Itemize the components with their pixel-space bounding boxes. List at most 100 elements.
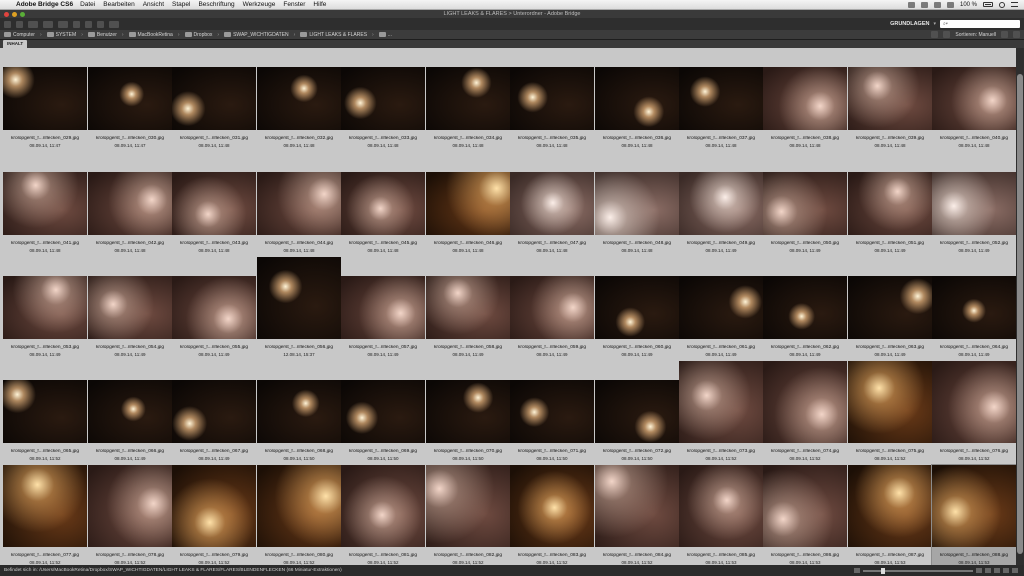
thumbnail-cell[interactable]: krolopgerst_f...nflecken_085.jpg 08.09.14… bbox=[679, 465, 763, 565]
thumbnail-image[interactable] bbox=[3, 465, 87, 547]
thumbnail-cell[interactable]: krolopgerst_f...nflecken_059.jpg 08.09.14… bbox=[510, 257, 594, 360]
view-mode-icon[interactable] bbox=[931, 31, 939, 38]
thumbnail-image[interactable] bbox=[595, 380, 679, 443]
thumbnail-cell[interactable]: krolopgerst_f...nflecken_079.jpg 08.09.14… bbox=[172, 465, 256, 565]
thumbnail-image[interactable] bbox=[595, 67, 679, 130]
rotate-left-button[interactable] bbox=[85, 20, 92, 28]
crumb-light-leaks[interactable]: LIGHT LEAKS & FLARES bbox=[309, 32, 367, 38]
thumbnail-image[interactable] bbox=[88, 276, 172, 339]
crumb-macbookretina[interactable]: MacBookRetina bbox=[138, 32, 173, 38]
thumbnail-image[interactable] bbox=[763, 361, 847, 443]
star-filter-icon[interactable] bbox=[943, 31, 951, 38]
thumbnail-cell[interactable]: krolopgerst_f...nflecken_041.jpg 08.09.14… bbox=[3, 153, 87, 256]
thumbnail-size-slider[interactable] bbox=[863, 567, 973, 574]
thumbnail-image[interactable] bbox=[426, 67, 510, 130]
thumbnail-image[interactable] bbox=[341, 172, 425, 235]
tab-inhalt[interactable]: INHALT bbox=[3, 40, 28, 48]
thumbnail-cell[interactable]: krolopgerst_f...nflecken_086.jpg 08.09.14… bbox=[763, 465, 847, 565]
thumbnail-cell[interactable]: krolopgerst_f...nflecken_054.jpg 08.09.14… bbox=[88, 257, 172, 360]
thumbnail-image[interactable] bbox=[341, 276, 425, 339]
adobe-icon[interactable] bbox=[920, 1, 928, 8]
crumb-dropbox[interactable]: Dropbox bbox=[194, 32, 213, 38]
thumbnail-image[interactable] bbox=[341, 465, 425, 547]
menu-bearbeiten[interactable]: Bearbeiten bbox=[103, 1, 134, 8]
thumbnail-cell[interactable]: krolopgerst_f...nflecken_061.jpg 08.09.14… bbox=[679, 257, 763, 360]
list-view-icon[interactable] bbox=[1012, 568, 1018, 573]
thumbnail-image[interactable] bbox=[426, 380, 510, 443]
details-view-icon[interactable] bbox=[1003, 568, 1009, 573]
thumbnail-image[interactable] bbox=[510, 172, 594, 235]
menu-beschriftung[interactable]: Beschriftung bbox=[198, 1, 234, 8]
thumbnail-image[interactable] bbox=[595, 172, 679, 235]
close-window-icon[interactable] bbox=[4, 11, 9, 17]
thumbnail-image[interactable] bbox=[341, 380, 425, 443]
thumbnail-cell[interactable]: krolopgerst_f...nflecken_037.jpg 08.09.14… bbox=[679, 48, 763, 151]
thumbnail-image[interactable] bbox=[848, 465, 932, 547]
volume-icon[interactable] bbox=[946, 1, 954, 8]
thumbnail-cell[interactable]: krolopgerst_f...nflecken_060.jpg 08.09.14… bbox=[595, 257, 679, 360]
thumbnail-cell[interactable]: krolopgerst_f...nflecken_081.jpg 08.09.14… bbox=[341, 465, 425, 565]
thumbnail-cell[interactable]: krolopgerst_f...nflecken_030.jpg 08.09.14… bbox=[88, 48, 172, 151]
menu-hilfe[interactable]: Hilfe bbox=[313, 1, 326, 8]
thumbnail-cell[interactable]: krolopgerst_f...nflecken_040.jpg 08.09.14… bbox=[932, 48, 1016, 151]
scrollbar-thumb[interactable] bbox=[1017, 74, 1023, 554]
menu-datei[interactable]: Datei bbox=[80, 1, 95, 8]
thumbnail-cell[interactable]: krolopgerst_f...nflecken_049.jpg 08.09.14… bbox=[679, 153, 763, 256]
thumbnail-image[interactable] bbox=[932, 172, 1016, 235]
thumbnail-cell[interactable]: krolopgerst_f...nflecken_067.jpg 08.09.14… bbox=[172, 361, 256, 464]
thumbnail-cell[interactable]: krolopgerst_f...nflecken_031.jpg 08.09.14… bbox=[172, 48, 256, 151]
notification-center-icon[interactable] bbox=[1011, 2, 1018, 7]
thumbnail-image[interactable] bbox=[257, 380, 341, 443]
thumbnail-image[interactable] bbox=[763, 67, 847, 130]
thumbnail-cell[interactable]: krolopgerst_f...nflecken_029.jpg 08.09.14… bbox=[3, 48, 87, 151]
thumbnail-cell[interactable]: krolopgerst_f...nflecken_088.jpg 08.09.14… bbox=[931, 464, 1016, 565]
thumbnail-image[interactable] bbox=[932, 67, 1016, 130]
thumbnail-cell[interactable]: krolopgerst_f...nflecken_045.jpg 08.09.14… bbox=[341, 153, 425, 256]
thumbnail-cell[interactable]: krolopgerst_f...nflecken_051.jpg 08.09.14… bbox=[848, 153, 932, 256]
thumbnail-image[interactable] bbox=[848, 67, 932, 130]
thumbnail-cell[interactable]: krolopgerst_f...nflecken_050.jpg 08.09.14… bbox=[763, 153, 847, 256]
thumbnail-cell[interactable]: krolopgerst_f...nflecken_075.jpg 08.09.14… bbox=[848, 361, 932, 464]
thumbnail-cell[interactable]: krolopgerst_f...nflecken_034.jpg 08.09.14… bbox=[426, 48, 510, 151]
thumbnail-cell[interactable]: krolopgerst_f...nflecken_064.jpg 08.09.14… bbox=[932, 257, 1016, 360]
thumbnail-image[interactable] bbox=[3, 276, 87, 339]
thumbnail-image[interactable] bbox=[679, 67, 763, 130]
thumbnail-image[interactable] bbox=[172, 380, 256, 443]
thumbnail-cell[interactable]: krolopgerst_f...nflecken_065.jpg 08.09.14… bbox=[3, 361, 87, 464]
thumbnail-image[interactable] bbox=[679, 276, 763, 339]
minimize-window-icon[interactable] bbox=[12, 11, 17, 17]
thumbnail-image[interactable] bbox=[595, 465, 679, 547]
thumbnail-cell[interactable]: krolopgerst_f...nflecken_055.jpg 08.09.14… bbox=[172, 257, 256, 360]
recent-folders-button[interactable] bbox=[28, 20, 38, 28]
thumbnail-image[interactable] bbox=[763, 172, 847, 235]
search-input[interactable]: ⌕▾ bbox=[940, 20, 1020, 28]
grid-lock-icon[interactable] bbox=[985, 568, 991, 573]
thumbnail-image[interactable] bbox=[257, 172, 341, 235]
thumbnail-cell[interactable]: krolopgerst_f...nflecken_039.jpg 08.09.14… bbox=[848, 48, 932, 151]
thumbnail-image[interactable] bbox=[932, 361, 1016, 443]
thumbnail-image[interactable] bbox=[848, 172, 932, 235]
thumbnail-image[interactable] bbox=[510, 276, 594, 339]
crumb-computer[interactable]: Computer bbox=[13, 32, 35, 38]
thumbnail-image[interactable] bbox=[510, 67, 594, 130]
menu-werkzeuge[interactable]: Werkzeuge bbox=[243, 1, 276, 8]
thumbnail-cell[interactable]: krolopgerst_f...nflecken_032.jpg 08.09.14… bbox=[257, 48, 341, 151]
crumb-benutzer[interactable]: Benutzer bbox=[97, 32, 117, 38]
thumbnail-image[interactable] bbox=[510, 380, 594, 443]
back-button[interactable] bbox=[4, 20, 11, 28]
thumbnail-image[interactable] bbox=[341, 67, 425, 130]
thumbnail-cell[interactable]: krolopgerst_f...nflecken_082.jpg 08.09.14… bbox=[426, 465, 510, 565]
spotlight-icon[interactable] bbox=[999, 1, 1005, 8]
thumbnail-cell[interactable]: krolopgerst_f...nflecken_036.jpg 08.09.14… bbox=[595, 48, 679, 151]
trash-icon[interactable] bbox=[1013, 31, 1020, 38]
thumbnail-cell[interactable]: krolopgerst_f...nflecken_087.jpg 08.09.14… bbox=[848, 465, 932, 565]
thumbnail-cell[interactable]: krolopgerst_f...nflecken_063.jpg 08.09.14… bbox=[848, 257, 932, 360]
thumbnail-image[interactable] bbox=[3, 67, 87, 130]
thumbnail-image[interactable] bbox=[679, 465, 763, 547]
menu-stapel[interactable]: Stapel bbox=[172, 1, 190, 8]
thumbnail-cell[interactable]: krolopgerst_f...nflecken_077.jpg 08.09.14… bbox=[3, 465, 87, 565]
forward-button[interactable] bbox=[16, 20, 23, 28]
thumbnail-cell[interactable]: krolopgerst_f...nflecken_070.jpg 08.09.14… bbox=[426, 361, 510, 464]
crumb-more[interactable]: ... bbox=[388, 32, 392, 38]
workspace-grundlagen[interactable]: GRUNDLAGEN bbox=[890, 21, 929, 27]
